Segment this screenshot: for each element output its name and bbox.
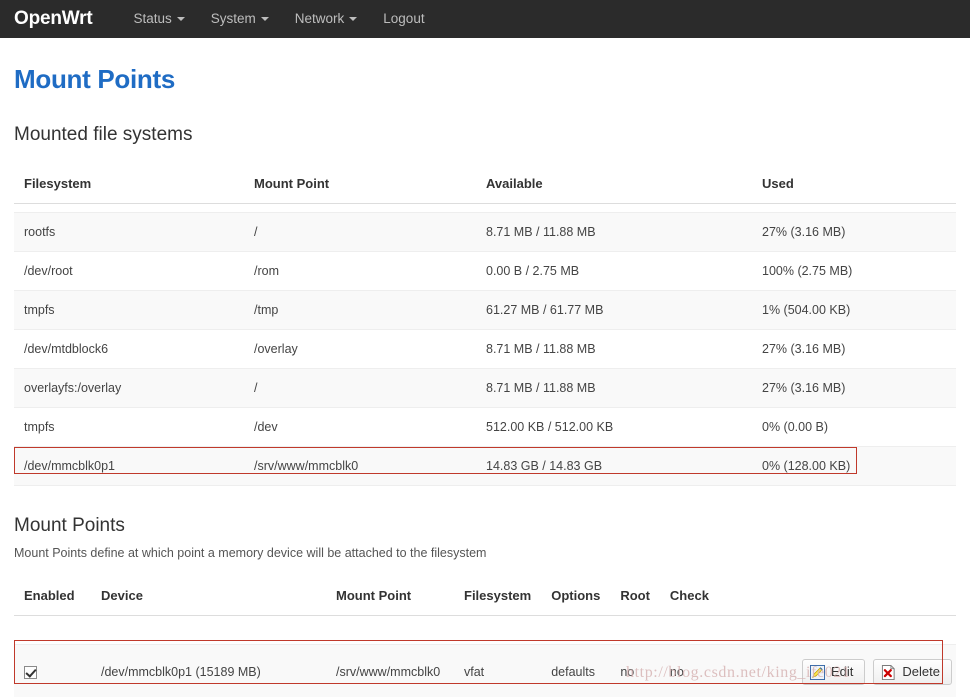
cell-mount-point: /overlay: [244, 329, 476, 369]
column-header-available: Available: [476, 164, 752, 204]
column-header-root: Root: [610, 576, 660, 616]
table-row: rootfs/8.71 MB / 11.88 MB 27% (3.16 MB): [14, 212, 956, 252]
column-header-options: Options: [541, 576, 611, 616]
delete-x-icon: [882, 664, 896, 680]
nav-item-system[interactable]: System: [198, 0, 282, 38]
brand-logo[interactable]: OpenWrt: [14, 0, 93, 38]
cell-used: 27% (3.16 MB): [752, 329, 956, 369]
cell-used: 0% (128.00 KB): [752, 446, 956, 486]
chevron-down-icon: [349, 17, 358, 21]
table-row: overlayfs:/overlay/8.71 MB / 11.88 MB 27%…: [14, 368, 956, 408]
delete-button[interactable]: Delete: [873, 659, 952, 685]
cell-used: 27% (3.16 MB): [752, 368, 956, 408]
mount-points-table-body: /dev/mmcblk0p1 (15189 MB)/srv/www/mmcblk…: [14, 615, 956, 697]
cell-mount-point: /srv/www/mmcblk0: [326, 644, 454, 697]
column-header-mount-point: Mount Point: [326, 576, 454, 616]
column-header-filesystem: Filesystem: [14, 164, 244, 204]
cell-mount-point: /dev: [244, 407, 476, 447]
chevron-down-icon: [260, 17, 269, 21]
cell-used: 1% (504.00 KB): [752, 290, 956, 330]
mounted-filesystems-table-head: Filesystem Mount Point Available Used: [14, 164, 956, 204]
cell-used: 100% (2.75 MB): [752, 251, 956, 291]
cell-used: 0% (0.00 B): [752, 407, 956, 447]
cell-available: 14.83 GB / 14.83 GB: [476, 446, 752, 486]
table-row: /dev/mmcblk0p1/srv/www/mmcblk0 14.83 GB /…: [14, 446, 956, 486]
cell-enabled: [14, 644, 91, 697]
nav-item-status-label: Status: [133, 11, 172, 26]
table-header-row: Enabled Device Mount Point Filesystem Op…: [14, 576, 956, 616]
column-header-filesystem: Filesystem: [454, 576, 542, 616]
cell-available: 8.71 MB / 11.88 MB: [476, 368, 752, 408]
table-row: tmpfs/dev 512.00 KB / 512.00 KB 0% (0.00 B…: [14, 407, 956, 447]
cell-root: no: [610, 644, 660, 697]
cell-filesystem: /dev/mtdblock6: [14, 329, 244, 369]
cell-options: defaults: [541, 644, 611, 697]
cell-filesystem: overlayfs:/overlay: [14, 368, 244, 408]
cell-filesystem: /dev/root: [14, 251, 244, 291]
cell-available: 8.71 MB / 11.88 MB: [476, 329, 752, 369]
mount-points-table-head: Enabled Device Mount Point Filesystem Op…: [14, 576, 956, 616]
delete-button-label: Delete: [902, 664, 940, 679]
pencil-edit-icon: [810, 664, 826, 680]
cell-mount-point: /tmp: [244, 290, 476, 330]
table-spacer-row: [14, 615, 956, 645]
cell-mount-point: /srv/www/mmcblk0: [244, 446, 476, 486]
table-row: /dev/mtdblock6/overlay 8.71 MB / 11.88 MB…: [14, 329, 956, 369]
cell-available: 8.71 MB / 11.88 MB: [476, 212, 752, 252]
edit-button-label: Edit: [831, 664, 854, 679]
cell-filesystem: /dev/mmcblk0p1: [14, 446, 244, 486]
mount-points-legend: Mount Points: [14, 515, 125, 536]
table-header-row: Filesystem Mount Point Available Used: [14, 164, 956, 204]
edit-button[interactable]: Edit: [802, 659, 866, 685]
cell-filesystem: tmpfs: [14, 290, 244, 330]
page-title: Mount Points: [14, 64, 176, 94]
column-header-used: Used: [752, 164, 956, 204]
top-navbar: OpenWrt Status System Network Logout: [0, 0, 970, 38]
nav-item-network[interactable]: Network: [282, 0, 371, 38]
cell-filesystem: rootfs: [14, 212, 244, 252]
column-header-enabled: Enabled: [14, 576, 91, 616]
mount-points-table: Enabled Device Mount Point Filesystem Op…: [14, 576, 956, 697]
page-root: OpenWrt Status System Network Logout Mou…: [0, 0, 970, 697]
cell-check-and-actions: no Edit Delete: [659, 644, 956, 697]
nav-item-system-label: System: [210, 11, 256, 26]
mounted-filesystems-table: Filesystem Mount Point Available Used ro…: [14, 164, 956, 486]
cell-filesystem: tmpfs: [14, 407, 244, 447]
table-row: /dev/mmcblk0p1 (15189 MB)/srv/www/mmcblk…: [14, 644, 956, 697]
cell-device: /dev/mmcblk0p1 (15189 MB): [91, 644, 326, 697]
mount-points-description: Mount Points define at which point a mem…: [14, 546, 487, 560]
table-spacer-cell: [14, 615, 956, 645]
enabled-checkbox[interactable]: [24, 666, 37, 680]
cell-filesystem: vfat: [454, 644, 542, 697]
nav-item-logout[interactable]: Logout: [370, 0, 437, 38]
chevron-down-icon: [176, 17, 185, 21]
table-spacer-cell: [14, 203, 956, 213]
row-action-buttons: Edit Delete: [794, 659, 952, 685]
table-spacer-row: [14, 203, 956, 213]
column-header-device: Device: [91, 576, 326, 616]
cell-available: 61.27 MB / 61.77 MB: [476, 290, 752, 330]
nav-item-network-label: Network: [294, 11, 345, 26]
column-header-mount-point: Mount Point: [244, 164, 476, 204]
cell-mount-point: /: [244, 212, 476, 252]
cell-mount-point: /: [244, 368, 476, 408]
cell-available: 512.00 KB / 512.00 KB: [476, 407, 752, 447]
mounted-filesystems-legend: Mounted file systems: [14, 124, 193, 145]
nav-item-logout-label: Logout: [383, 11, 425, 26]
column-header-check: Check: [659, 576, 956, 616]
nav-item-status[interactable]: Status: [120, 0, 197, 38]
table-row: tmpfs/tmp 61.27 MB / 61.77 MB 1% (504.00 K…: [14, 290, 956, 330]
cell-mount-point: /rom: [244, 251, 476, 291]
main-content: Mount Points Mounted file systems Filesy…: [0, 64, 970, 697]
table-row: /dev/root/rom 0.00 B / 2.75 MB 100% (2.75 …: [14, 251, 956, 291]
cell-used: 27% (3.16 MB): [752, 212, 956, 252]
cell-available: 0.00 B / 2.75 MB: [476, 251, 752, 291]
mounted-filesystems-table-body: rootfs/8.71 MB / 11.88 MB 27% (3.16 MB)/d…: [14, 203, 956, 486]
cell-check: no: [669, 665, 684, 679]
